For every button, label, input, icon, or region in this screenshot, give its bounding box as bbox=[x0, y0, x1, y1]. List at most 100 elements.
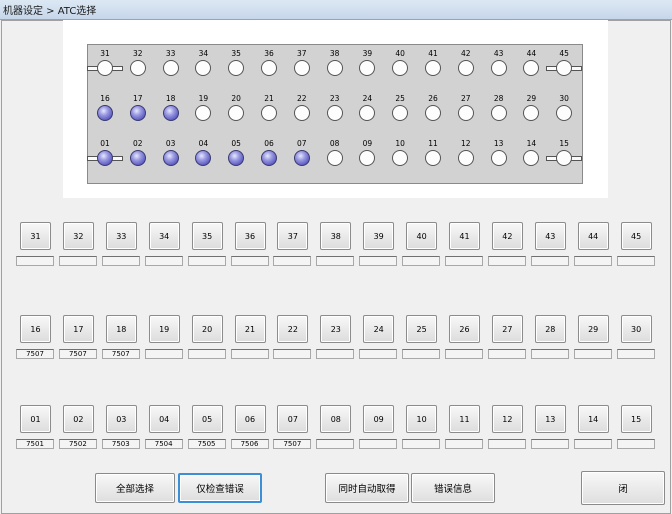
pocket-button[interactable]: 04 bbox=[148, 405, 180, 433]
slot-number: 11 bbox=[428, 139, 438, 148]
pocket-button[interactable]: 11 bbox=[449, 405, 480, 433]
pocket-button[interactable]: 32 bbox=[62, 222, 94, 250]
slot-number: 19 bbox=[198, 94, 209, 103]
pocket-button[interactable]: 22 bbox=[277, 315, 309, 343]
pocket-button[interactable]: 06 bbox=[234, 405, 266, 433]
pocket-button[interactable]: 27 bbox=[491, 315, 523, 343]
pocket-button[interactable]: 37 bbox=[277, 222, 309, 250]
close-button[interactable]: 闭 bbox=[581, 471, 665, 505]
plate-slot: 36 bbox=[252, 49, 286, 89]
empty-pocket-circle bbox=[129, 60, 146, 76]
pocket-button[interactable]: 41 bbox=[449, 222, 480, 250]
pocket-button[interactable]: 26 bbox=[449, 315, 480, 343]
plate-slot: 15 bbox=[546, 139, 583, 179]
slot-number: 37 bbox=[297, 49, 307, 58]
select-all-button[interactable]: 全部选择 bbox=[95, 473, 175, 503]
plate-slot: 09 bbox=[350, 139, 384, 179]
slot-number: 05 bbox=[231, 139, 241, 148]
empty-pocket-circle bbox=[490, 150, 507, 166]
slot-number: 04 bbox=[198, 139, 209, 148]
pocket-button[interactable]: 07 bbox=[277, 405, 309, 433]
pocket-button[interactable]: 01 bbox=[20, 405, 51, 433]
pocket-button[interactable]: 39 bbox=[363, 222, 395, 250]
pocket-button[interactable]: 25 bbox=[406, 315, 438, 343]
pocket-button[interactable]: 14 bbox=[577, 405, 609, 433]
pocket-button[interactable]: 18 bbox=[105, 315, 137, 343]
pocket-button[interactable]: 28 bbox=[534, 315, 566, 343]
tool-present-circle bbox=[293, 150, 310, 166]
pocket-button[interactable]: 45 bbox=[620, 222, 652, 250]
plate-slot: 30 bbox=[547, 94, 581, 134]
pocket-button[interactable]: 15 bbox=[620, 405, 652, 433]
slot-number: 27 bbox=[461, 94, 471, 103]
pocket-button[interactable]: 21 bbox=[234, 315, 266, 343]
tool-present-circle bbox=[228, 150, 245, 166]
pocket-button[interactable]: 29 bbox=[577, 315, 609, 343]
pocket-button[interactable]: 23 bbox=[320, 315, 352, 343]
pocket-button[interactable]: 09 bbox=[363, 405, 395, 433]
empty-pocket-circle bbox=[523, 60, 540, 76]
check-errors-only-button[interactable]: 仅检查错误 bbox=[178, 473, 262, 503]
pocket-button[interactable]: 13 bbox=[534, 405, 566, 433]
pocket-button[interactable]: 10 bbox=[406, 405, 438, 433]
pocket-button[interactable]: 34 bbox=[148, 222, 180, 250]
empty-pocket-circle bbox=[523, 150, 540, 166]
pocket-button[interactable]: 36 bbox=[234, 222, 266, 250]
pocket-button[interactable]: 05 bbox=[191, 405, 223, 433]
plate-slot: 08 bbox=[318, 139, 352, 179]
tool-holder-plate: 31 32 33 34 35 36 37 38 39 40 41 42 43 44 45 16 17 18 19 20… bbox=[87, 44, 583, 184]
slot-number: 20 bbox=[231, 94, 241, 103]
plate-slot: 44 bbox=[514, 49, 548, 89]
pocket-button[interactable]: 44 bbox=[577, 222, 609, 250]
plate-slot: 13 bbox=[482, 139, 516, 179]
pocket-tool-value: 7507 bbox=[16, 349, 54, 359]
pocket-button[interactable]: 03 bbox=[105, 405, 137, 433]
auto-fetch-button[interactable]: 同时自动取得 bbox=[325, 473, 409, 503]
plate-slot: 20 bbox=[219, 94, 253, 134]
pocket-button[interactable]: 42 bbox=[491, 222, 523, 250]
plate-slot: 03 bbox=[154, 139, 188, 179]
empty-pocket-circle bbox=[556, 60, 573, 76]
pocket-button[interactable]: 24 bbox=[363, 315, 395, 343]
error-info-button[interactable]: 错误信息 bbox=[411, 473, 495, 503]
empty-pocket-circle bbox=[195, 105, 212, 121]
pocket-tool-value bbox=[359, 349, 398, 359]
tool-present-circle bbox=[97, 105, 113, 121]
pocket-tool-value bbox=[573, 439, 612, 449]
empty-pocket-circle bbox=[261, 60, 277, 76]
plate-slot: 18 bbox=[154, 94, 188, 134]
pocket-tool-value: 7501 bbox=[16, 439, 54, 449]
pocket-button[interactable]: 35 bbox=[191, 222, 223, 250]
pocket-button[interactable]: 17 bbox=[62, 315, 94, 343]
slot-number: 36 bbox=[264, 49, 274, 58]
pocket-tool-value bbox=[445, 256, 483, 266]
pocket-button[interactable]: 19 bbox=[148, 315, 180, 343]
pocket-tool-value bbox=[58, 256, 97, 266]
pocket-button[interactable]: 30 bbox=[620, 315, 652, 343]
pocket-tool-value bbox=[16, 256, 54, 266]
pocket-tool-value bbox=[273, 256, 312, 266]
pocket-button[interactable]: 16 bbox=[20, 315, 51, 343]
pocket-button[interactable]: 02 bbox=[62, 405, 94, 433]
pocket-button[interactable]: 33 bbox=[105, 222, 137, 250]
slot-number: 43 bbox=[493, 49, 504, 58]
plate-slot: 01 bbox=[87, 139, 123, 179]
tool-present-circle bbox=[195, 150, 212, 166]
empty-pocket-circle bbox=[556, 150, 573, 166]
pocket-button[interactable]: 38 bbox=[320, 222, 352, 250]
slot-number: 34 bbox=[198, 49, 209, 58]
pocket-button[interactable]: 31 bbox=[20, 222, 51, 250]
pocket-button[interactable]: 12 bbox=[491, 405, 523, 433]
pocket-button[interactable]: 43 bbox=[534, 222, 566, 250]
pocket-button[interactable]: 40 bbox=[406, 222, 438, 250]
pocket-button[interactable]: 08 bbox=[320, 405, 352, 433]
plate-slot: 12 bbox=[449, 139, 483, 179]
plate-slot: 43 bbox=[482, 49, 516, 89]
pocket-tool-value bbox=[530, 439, 569, 449]
pocket-button[interactable]: 20 bbox=[191, 315, 223, 343]
pocket-tool-value bbox=[530, 349, 569, 359]
pocket-tool-value bbox=[359, 256, 398, 266]
empty-pocket-circle bbox=[556, 105, 573, 121]
pocket-tool-value: 7503 bbox=[101, 439, 140, 449]
pocket-tool-value: 7505 bbox=[187, 439, 226, 449]
